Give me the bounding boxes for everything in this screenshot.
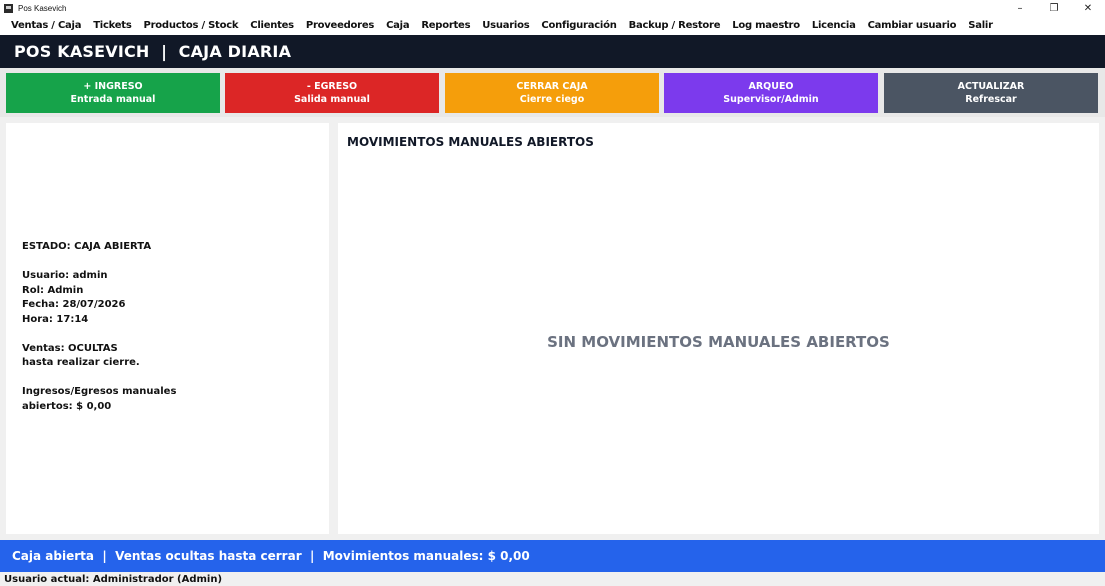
cerrar-caja-label: CERRAR CAJA [516, 81, 588, 92]
ingreso-button[interactable]: + INGRESO Entrada manual [6, 73, 220, 113]
ingreso-sublabel: Entrada manual [70, 94, 156, 105]
egreso-sublabel: Salida manual [294, 94, 370, 105]
menu-item-productos-stock[interactable]: Productos / Stock [138, 20, 245, 31]
menu-item-licencia[interactable]: Licencia [806, 20, 862, 31]
fecha-text: Fecha: 28/07/2026 [22, 299, 126, 310]
egreso-label: - EGRESO [306, 81, 358, 92]
current-user-bar: Usuario actual: Administrador (Admin) [0, 572, 1105, 586]
restore-button[interactable]: ❐ [1037, 0, 1071, 16]
menu-item-cambiar-usuario[interactable]: Cambiar usuario [862, 20, 963, 31]
menu-item-proveedores[interactable]: Proveedores [300, 20, 380, 31]
cerrar-caja-sublabel: Cierre ciego [519, 94, 585, 105]
status-bar-text: Caja abierta | Ventas ocultas hasta cerr… [12, 549, 530, 563]
menu-bar: Ventas / Caja Tickets Productos / Stock … [0, 16, 1105, 35]
menu-item-tickets[interactable]: Tickets [87, 20, 137, 31]
close-button[interactable]: ✕ [1071, 0, 1105, 16]
pos-window: Pos Kasevich – ❐ ✕ Ventas / Caja Tickets… [0, 0, 1105, 586]
window-controls: – ❐ ✕ [1003, 0, 1105, 16]
menu-item-salir[interactable]: Salir [962, 20, 999, 31]
movements-panel: MOVIMIENTOS MANUALES ABIERTOS SIN MOVIMI… [338, 123, 1099, 534]
current-user-text: Usuario actual: Administrador (Admin) [4, 573, 223, 585]
arqueo-button[interactable]: ARQUEO Supervisor/Admin [664, 73, 878, 113]
menu-item-backup-restore[interactable]: Backup / Restore [623, 20, 727, 31]
movements-title: MOVIMIENTOS MANUALES ABIERTOS [347, 135, 594, 149]
arqueo-sublabel: Supervisor/Admin [723, 94, 819, 105]
menu-item-ventas-caja[interactable]: Ventas / Caja [5, 20, 87, 31]
menu-item-configuracion[interactable]: Configuración [535, 20, 622, 31]
usuario-text: Usuario: admin [22, 270, 108, 281]
minimize-button[interactable]: – [1003, 0, 1037, 16]
title-bar: Pos Kasevich – ❐ ✕ [0, 0, 1105, 16]
page-title: POS KASEVICH | CAJA DIARIA [14, 42, 292, 61]
estado-text: ESTADO: CAJA ABIERTA [22, 241, 152, 252]
actualizar-sublabel: Refrescar [965, 94, 1017, 105]
menu-item-clientes[interactable]: Clientes [244, 20, 300, 31]
cerrar-caja-button[interactable]: CERRAR CAJA Cierre ciego [445, 73, 659, 113]
action-toolbar: + INGRESO Entrada manual - EGRESO Salida… [0, 68, 1105, 117]
movements-empty-state: SIN MOVIMIENTOS MANUALES ABIERTOS [547, 333, 890, 351]
menu-item-reportes[interactable]: Reportes [415, 20, 476, 31]
arqueo-label: ARQUEO [748, 81, 794, 92]
menu-item-caja[interactable]: Caja [380, 20, 415, 31]
menu-item-log-maestro[interactable]: Log maestro [726, 20, 806, 31]
manuales-label-text: Ingresos/Egresos manuales [22, 386, 177, 397]
status-bar: Caja abierta | Ventas ocultas hasta cerr… [0, 540, 1105, 572]
rol-text: Rol: Admin [22, 284, 84, 296]
app-header: POS KASEVICH | CAJA DIARIA [0, 35, 1105, 68]
ingreso-label: + INGRESO [83, 81, 143, 92]
window-title: Pos Kasevich [18, 3, 67, 13]
actualizar-button[interactable]: ACTUALIZAR Refrescar [884, 73, 1098, 113]
ventas-text: Ventas: OCULTAS [22, 342, 118, 354]
hora-text: Hora: 17:14 [22, 313, 89, 325]
manuales-value-text: abiertos: $ 0,00 [22, 400, 112, 412]
ventas-note-text: hasta realizar cierre. [22, 357, 140, 368]
status-info: ESTADO: CAJA ABIERTA Usuario: admin Rol:… [22, 240, 176, 414]
status-panel: ESTADO: CAJA ABIERTA Usuario: admin Rol:… [6, 123, 329, 534]
egreso-button[interactable]: - EGRESO Salida manual [225, 73, 439, 113]
menu-item-usuarios[interactable]: Usuarios [476, 20, 535, 31]
actualizar-label: ACTUALIZAR [957, 81, 1025, 92]
app-icon [4, 3, 13, 13]
